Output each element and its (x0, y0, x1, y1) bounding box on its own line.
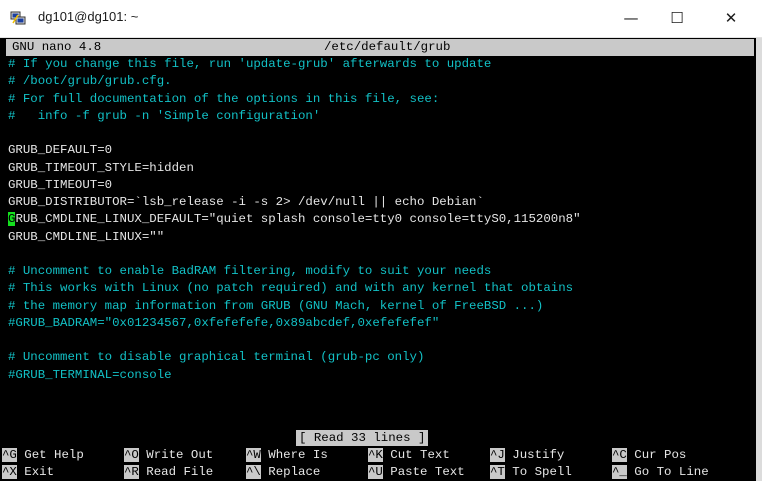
shortcut-key: ^X (2, 465, 17, 479)
shortcut-label: Exit (16, 465, 55, 479)
status-message: [ Read 33 lines ] (296, 430, 429, 446)
shortcut-label: Write Out (138, 448, 214, 462)
shortcut-cur-pos[interactable]: ^C Cur Pos (612, 448, 686, 463)
comment-line: # /boot/grub/grub.cfg. (8, 74, 172, 89)
shortcut-key: ^C (612, 448, 627, 462)
title-bar[interactable]: dg101@dg101: ~ — ☐ ✕ (0, 0, 762, 38)
shortcut-cut-text[interactable]: ^K Cut Text (368, 448, 450, 463)
comment-line: # info -f grub -n 'Simple configuration' (8, 108, 321, 123)
config-line: GRUB_CMDLINE_LINUX="" (8, 229, 165, 244)
shortcut-key: ^W (246, 448, 261, 462)
shortcut-key: ^J (490, 448, 505, 462)
shortcut-paste-text[interactable]: ^U Paste Text (368, 465, 465, 480)
shortcut-label: Go To Line (626, 465, 709, 479)
scrollbar[interactable] (756, 38, 762, 481)
comment-line: #GRUB_BADRAM="0x01234567,0xfefefefe,0x89… (8, 315, 440, 330)
shortcut-key: ^O (124, 448, 139, 462)
shortcut-key: ^_ (612, 465, 627, 479)
terminal-area[interactable]: GNU nano 4.8 /etc/default/grub # If you … (0, 38, 756, 481)
shortcut-key: ^G (2, 448, 17, 462)
comment-line: # Uncomment to disable graphical termina… (8, 350, 425, 365)
shortcut-key: ^T (490, 465, 505, 479)
nano-version: GNU nano 4.8 (12, 40, 102, 54)
shortcut-label: Replace (260, 465, 321, 479)
shortcut-to-spell[interactable]: ^T To Spell (490, 465, 572, 480)
shortcut-key: ^R (124, 465, 139, 479)
shortcut-label: Cut Text (382, 448, 450, 462)
shortcut-key: ^K (368, 448, 383, 462)
nano-header: GNU nano 4.8 /etc/default/grub (6, 39, 754, 56)
maximize-button[interactable]: ☐ (654, 0, 700, 37)
config-line: GRUB_TIMEOUT_STYLE=hidden (8, 160, 194, 175)
comment-line: # This works with Linux (no patch requir… (8, 281, 574, 296)
config-line: GRUB_TIMEOUT=0 (8, 177, 113, 192)
text-cursor: G (8, 212, 16, 227)
close-button[interactable]: ✕ (708, 0, 754, 37)
shortcut-label: Where Is (260, 448, 328, 462)
shortcut-key: ^U (368, 465, 383, 479)
shortcut-label: Get Help (16, 448, 84, 462)
shortcut-label: Justify (504, 448, 565, 462)
comment-line: #GRUB_TERMINAL=console (8, 367, 172, 382)
file-name: /etc/default/grub (324, 40, 451, 54)
putty-icon (10, 11, 26, 25)
shortcut-get-help[interactable]: ^G Get Help (2, 448, 84, 463)
config-line: GRUB_CMDLINE_LINUX_DEFAULT="quiet splash… (8, 212, 581, 227)
shortcut-go-to-line[interactable]: ^_ Go To Line (612, 465, 709, 480)
terminal-window: dg101@dg101: ~ — ☐ ✕ GNU nano 4.8 /etc/d… (0, 0, 762, 481)
config-line: GRUB_DEFAULT=0 (8, 143, 113, 158)
shortcut-exit[interactable]: ^X Exit (2, 465, 54, 480)
config-line: GRUB_DISTRIBUTOR=`lsb_release -i -s 2> /… (8, 195, 484, 209)
shortcut-replace[interactable]: ^\ Replace (246, 465, 320, 480)
window-title: dg101@dg101: ~ (38, 9, 139, 24)
comment-line: # For full documentation of the options … (8, 91, 440, 106)
shortcut-read-file[interactable]: ^R Read File (124, 465, 213, 480)
shortcut-label: Read File (138, 465, 214, 479)
shortcut-label: Paste Text (382, 465, 465, 479)
shortcut-write-out[interactable]: ^O Write Out (124, 448, 213, 463)
minimize-button[interactable]: — (608, 0, 654, 37)
shortcut-label: Cur Pos (626, 448, 687, 462)
shortcut-label: To Spell (504, 465, 572, 479)
shortcut-justify[interactable]: ^J Justify (490, 448, 564, 463)
comment-line: # If you change this file, run 'update-g… (8, 57, 492, 71)
comment-line: # Uncomment to enable BadRAM filtering, … (8, 264, 492, 278)
shortcut-where-is[interactable]: ^W Where Is (246, 448, 328, 463)
shortcut-key: ^\ (246, 465, 261, 479)
comment-line: # the memory map information from GRUB (… (8, 298, 544, 313)
